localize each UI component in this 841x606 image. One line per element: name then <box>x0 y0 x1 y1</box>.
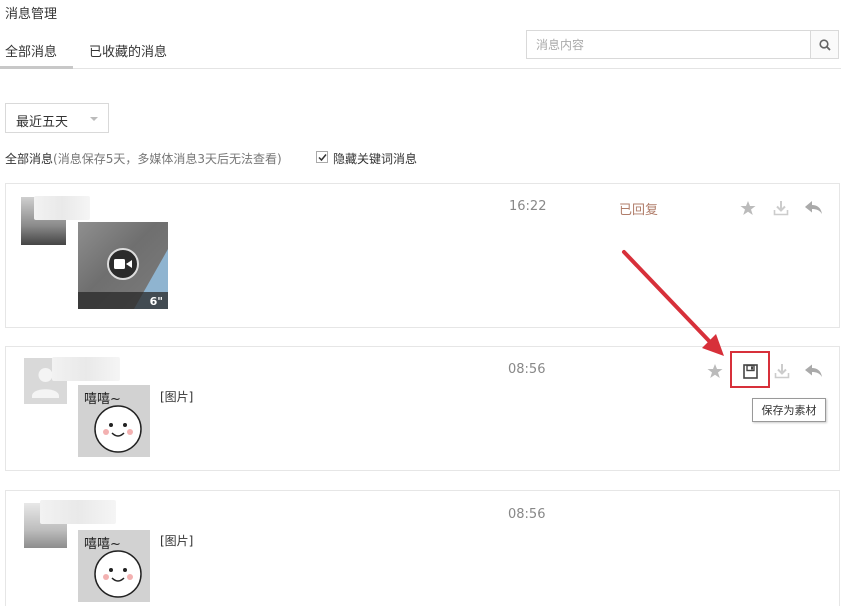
sticker-face-icon: 嘻嘻~ <box>84 392 142 453</box>
header-divider <box>0 68 841 69</box>
svg-text:嘻嘻~: 嘻嘻~ <box>84 537 121 552</box>
sender-name[interactable] <box>40 500 116 524</box>
search-input[interactable] <box>527 31 812 58</box>
tab-starred-messages[interactable]: 已收藏的消息 <box>89 41 167 60</box>
star-icon <box>740 201 756 215</box>
sender-name[interactable] <box>52 357 120 381</box>
video-camera-icon <box>107 248 139 280</box>
message-time: 08:56 <box>508 362 546 377</box>
summary-label: 全部消息 <box>5 152 54 166</box>
reply-icon <box>805 201 822 214</box>
reply-status: 已回复 <box>619 203 659 218</box>
hide-keyword-label: 隐藏关键词消息 <box>333 152 418 166</box>
search-button[interactable] <box>810 31 838 58</box>
download-button[interactable] <box>771 198 791 218</box>
save-as-material-tooltip: 保存为素材 <box>752 398 826 422</box>
message-text: [图片] <box>160 390 194 404</box>
download-icon <box>773 201 789 216</box>
video-duration: 6" <box>149 295 163 308</box>
annotation-arrow-icon <box>622 250 724 356</box>
reply-button[interactable] <box>804 198 824 218</box>
download-icon <box>774 364 790 379</box>
active-tab-indicator <box>0 66 73 69</box>
date-range-select[interactable]: 最近五天 <box>5 103 109 133</box>
video-thumbnail[interactable]: 6" <box>78 222 168 309</box>
tab-all-messages[interactable]: 全部消息 <box>5 41 57 60</box>
date-range-value: 最近五天 <box>16 115 69 130</box>
sticker-image[interactable]: 嘻嘻~ <box>78 530 150 602</box>
sender-name[interactable] <box>34 196 90 220</box>
reply-button[interactable] <box>804 361 824 381</box>
message-time: 16:22 <box>509 199 547 214</box>
message-text: [图片] <box>160 534 194 548</box>
star-button[interactable] <box>738 198 758 218</box>
svg-text:嘻嘻~: 嘻嘻~ <box>84 392 121 407</box>
message-time: 08:56 <box>508 507 546 522</box>
message-summary: 全部消息(消息保存5天，多媒体消息3天后无法查看) <box>5 150 282 167</box>
sticker-face-icon: 嘻嘻~ <box>84 537 142 598</box>
search-box <box>526 30 839 59</box>
sticker-image[interactable]: 嘻嘻~ <box>78 385 150 457</box>
summary-note: (消息保存5天，多媒体消息3天后无法查看) <box>53 152 282 166</box>
search-icon <box>818 38 831 51</box>
page-title: 消息管理 <box>5 7 58 22</box>
hide-keyword-checkbox[interactable] <box>316 151 328 163</box>
reply-icon <box>805 364 822 377</box>
check-icon <box>318 154 327 162</box>
download-button[interactable] <box>772 361 792 381</box>
chevron-down-icon <box>90 117 98 121</box>
